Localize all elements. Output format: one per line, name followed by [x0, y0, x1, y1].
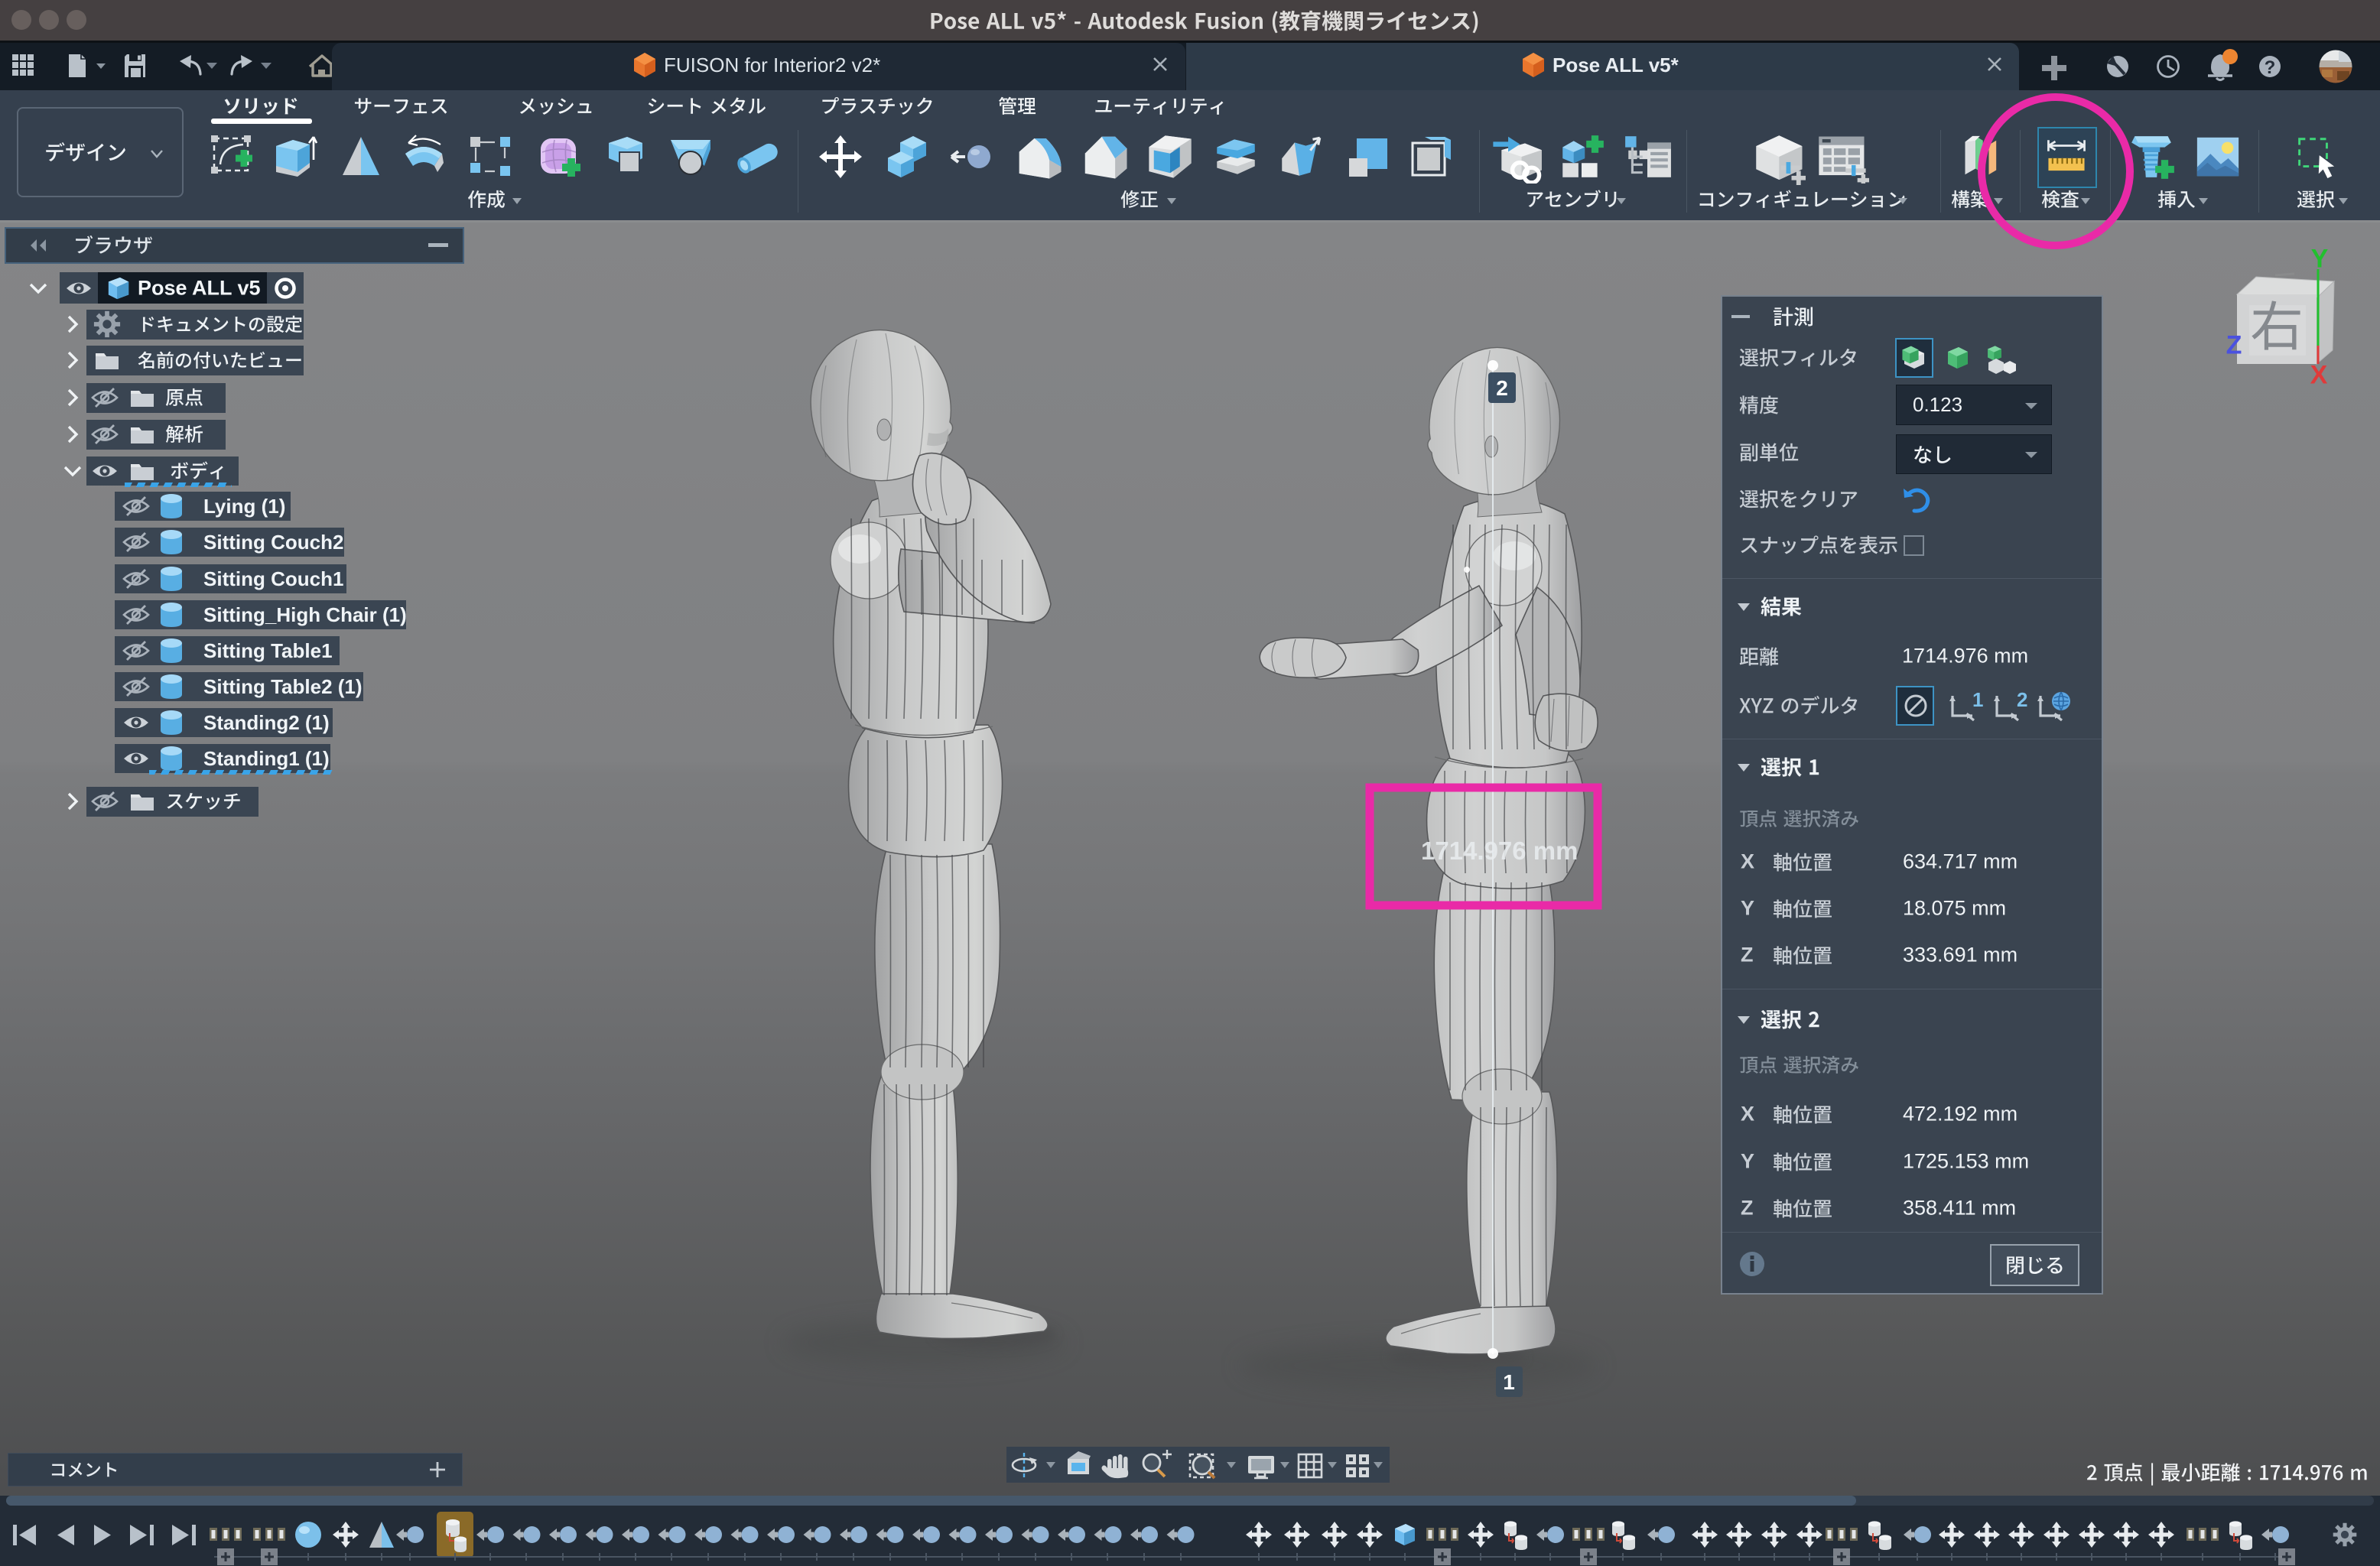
svg-text:1: 1: [1503, 1370, 1515, 1394]
svg-text:2: 2: [1496, 376, 1508, 400]
